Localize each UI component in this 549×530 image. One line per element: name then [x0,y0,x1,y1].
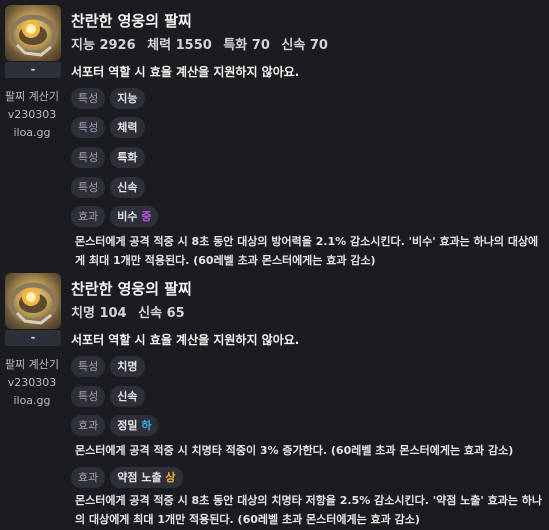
effect-tag: 효과 [71,415,106,436]
bracelet-icon [8,282,58,325]
effect-name-text: 약점 노출 [117,471,162,484]
effect-tag: 효과 [71,467,106,488]
option-row: 특성 특화 [71,147,145,168]
item-title: 찬란한 영웅의 팔찌 [71,12,192,30]
stat: 지능 2926 [71,38,136,53]
option-tag: 특성 [71,117,106,138]
stat: 치명 104 [71,306,127,321]
calculator-site: iloa.gg [13,126,51,139]
effect-grade: 상 [165,471,176,484]
option-tag: 특성 [71,386,106,407]
calculator-info: 팔찌 계산기 v230303 iloa.gg [0,356,64,410]
effect-description: 몬스터에게 공격 적중 시 치명타 적중이 3% 증가한다. (60레벨 초과 … [75,444,514,457]
option-tag: 특성 [71,147,106,168]
calculator-name: 팔찌 계산기 [4,358,60,371]
item-stats: 치명 104 신속 65 [71,302,192,321]
option-value: 치명 [110,356,145,377]
bracelet-image [5,273,61,329]
option-value: 신속 [110,177,145,198]
option-row: 특성 치명 [71,356,145,377]
effect-grade: 하 [141,419,152,432]
option-value: 특화 [110,147,145,168]
calculator-version: v230303 [7,376,57,389]
tier-badge: - [5,330,61,346]
effect-grade: 중 [141,210,152,223]
effect-tag: 효과 [71,206,106,227]
calculator-name: 팔찌 계산기 [4,90,60,103]
option-tag: 특성 [71,88,106,109]
effect-row: 효과 정밀 하 [71,415,159,436]
effect-name-text: 정밀 [117,419,138,432]
option-value: 체력 [110,117,145,138]
effect-name: 비수 중 [110,206,159,227]
effect-row: 효과 약점 노출 상 [71,467,183,488]
effect-description: 몬스터에게 공격 적중 시 8초 동안 대상의 치명타 저항을 2.5% 감소시… [75,494,543,526]
effect-name: 약점 노출 상 [110,467,183,488]
tier-badge: - [5,62,61,78]
item-title: 찬란한 영웅의 팔찌 [71,280,192,298]
option-row: 특성 지능 [71,88,145,109]
calculator-info: 팔찌 계산기 v230303 iloa.gg [0,88,64,142]
stat: 체력 1550 [147,38,212,53]
option-row: 특성 체력 [71,117,145,138]
calculator-site: iloa.gg [13,394,51,407]
option-value: 신속 [110,386,145,407]
option-value: 지능 [110,88,145,109]
option-tag: 특성 [71,356,106,377]
option-row: 특성 신속 [71,386,145,407]
effect-row: 효과 비수 중 [71,206,159,227]
effect-name: 정밀 하 [110,415,159,436]
bracelet-image [5,5,61,61]
bracelet-icon [8,14,58,57]
stat: 신속 65 [138,306,185,321]
effect-description: 몬스터에게 공격 적중 시 8초 동안 대상의 방어력을 2.1% 감소시킨다.… [75,235,539,267]
effect-name-text: 비수 [117,210,138,223]
support-notice: 서포터 역할 시 효율 계산을 지원하지 않아요. [71,333,300,347]
stat: 특화 70 [223,38,270,53]
calculator-version: v230303 [7,108,57,121]
item-stats: 지능 2926 체력 1550 특화 70 신속 70 [71,34,335,53]
option-tag: 특성 [71,177,106,198]
option-row: 특성 신속 [71,177,145,198]
support-notice: 서포터 역할 시 효율 계산을 지원하지 않아요. [71,65,300,79]
stat: 신속 70 [281,38,328,53]
